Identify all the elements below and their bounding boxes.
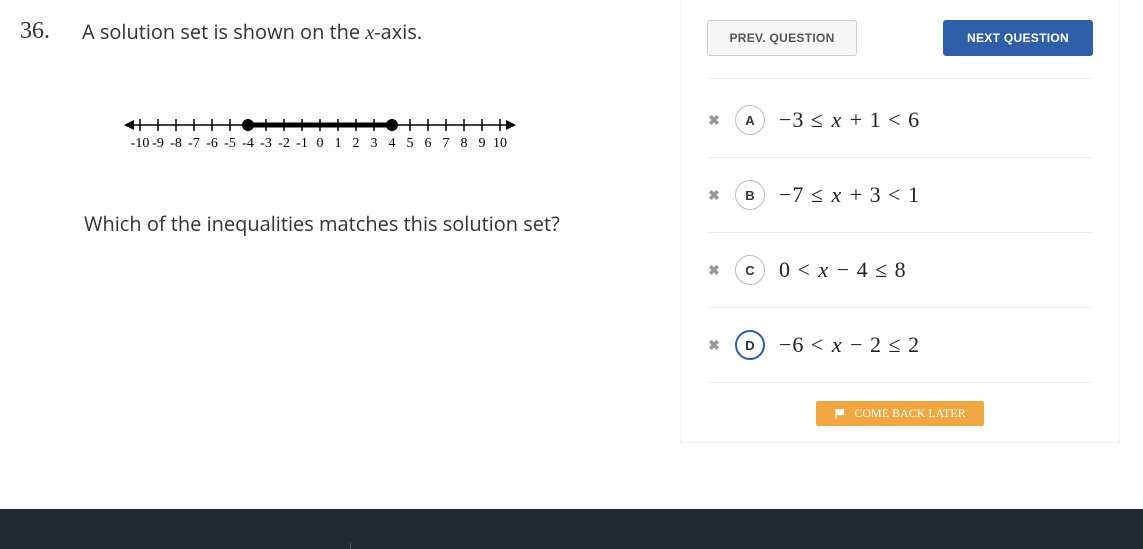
numberline-figure: -10-9-8-7-6-5-4-3-2-1012345678910: [120, 107, 640, 168]
svg-text:-2: -2: [278, 136, 290, 151]
svg-text:-5: -5: [224, 136, 236, 151]
eliminate-button[interactable]: ✖: [707, 187, 721, 204]
answer-choice-b[interactable]: B: [735, 180, 765, 210]
answer-row-c: ✖ C 0 < x − 4 ≤ 8: [707, 233, 1093, 308]
answer-row-b: ✖ B −7 ≤ x + 3 < 1: [707, 158, 1093, 233]
svg-text:9: 9: [479, 136, 486, 151]
next-question-button[interactable]: NEXT QUESTION: [943, 20, 1093, 56]
question-prompt: A solution set is shown on the x-axis.: [82, 18, 422, 47]
svg-text:2: 2: [353, 136, 360, 151]
answer-row-d: ✖ D −6 < x − 2 ≤ 2: [707, 308, 1093, 383]
prev-question-button[interactable]: PREV. QUESTION: [707, 20, 857, 56]
answers-list: ✖ A −3 ≤ x + 1 < 6 ✖ B −7 ≤ x + 3 < 1 ✖ C 0 < x …: [707, 99, 1093, 383]
svg-text:-1: -1: [296, 136, 308, 151]
answer-choice-a[interactable]: A: [735, 105, 765, 135]
svg-text:5: 5: [407, 136, 414, 151]
answer-choice-c[interactable]: C: [735, 255, 765, 285]
answer-expression: 0 < x − 4 ≤ 8: [779, 257, 907, 283]
answer-row-a: ✖ A −3 ≤ x + 1 < 6: [707, 99, 1093, 158]
question-number: 36.: [20, 18, 64, 45]
svg-text:-9: -9: [152, 136, 164, 151]
svg-text:-8: -8: [170, 136, 182, 151]
svg-text:4: 4: [389, 136, 396, 151]
footer-bar: [0, 509, 1143, 549]
svg-text:1: 1: [335, 136, 342, 151]
svg-text:3: 3: [371, 136, 378, 151]
answer-choice-d[interactable]: D: [735, 330, 765, 360]
question-subprompt: Which of the inequalities matches this s…: [84, 210, 640, 237]
svg-text:6: 6: [425, 136, 432, 151]
svg-text:10: 10: [493, 136, 507, 151]
svg-text:-10: -10: [131, 136, 150, 151]
question-panel: 36. A solution set is shown on the x-axi…: [0, 0, 660, 443]
svg-text:0: 0: [317, 136, 324, 151]
answer-expression: −3 ≤ x + 1 < 6: [779, 107, 920, 133]
flag-icon: [834, 408, 846, 420]
svg-text:-4: -4: [242, 136, 254, 151]
svg-text:-3: -3: [260, 136, 272, 151]
eliminate-button[interactable]: ✖: [707, 262, 721, 279]
svg-text:-7: -7: [188, 136, 200, 151]
eliminate-button[interactable]: ✖: [707, 112, 721, 129]
svg-text:8: 8: [461, 136, 468, 151]
answer-panel: PREV. QUESTION NEXT QUESTION ✖ A −3 ≤ x + …: [680, 0, 1120, 443]
eliminate-button[interactable]: ✖: [707, 337, 721, 354]
answer-expression: −6 < x − 2 ≤ 2: [779, 332, 920, 358]
svg-text:-6: -6: [206, 136, 218, 151]
come-back-later-label: COME BACK LATER: [854, 406, 965, 421]
answer-expression: −7 ≤ x + 3 < 1: [779, 182, 920, 208]
svg-text:7: 7: [443, 136, 450, 151]
come-back-later-button[interactable]: COME BACK LATER: [816, 401, 983, 426]
